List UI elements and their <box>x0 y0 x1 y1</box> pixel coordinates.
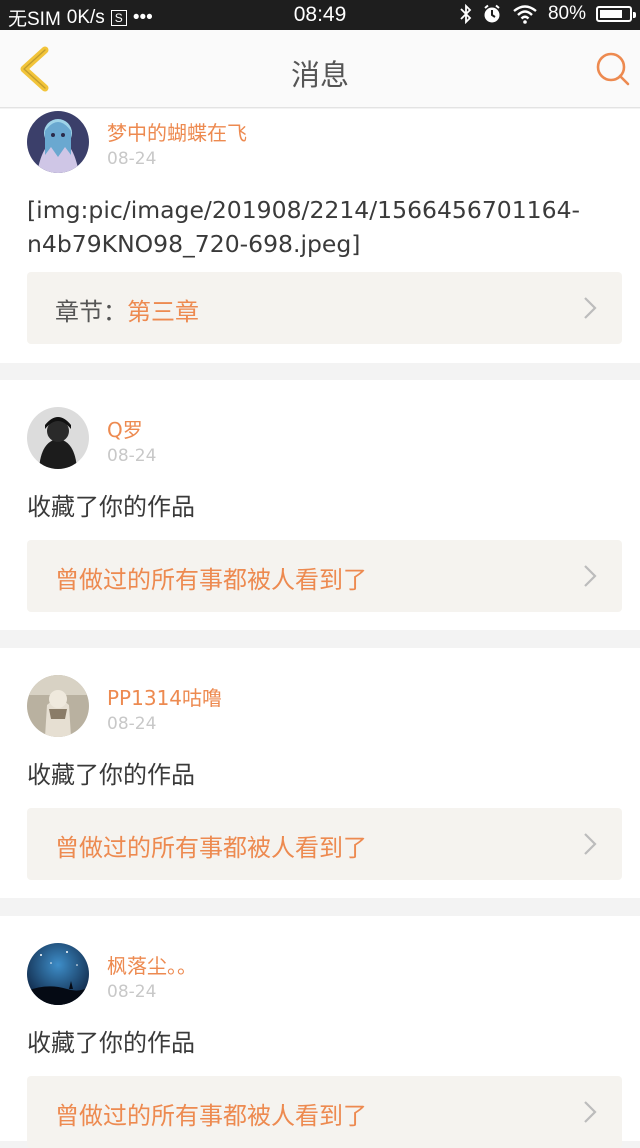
message-date: 08-24 <box>107 446 157 466</box>
message-card[interactable]: Q罗 08-24 收藏了你的作品 曾做过的所有事都被人看到了 <box>0 380 640 630</box>
chapter-text: 章节：第三章 <box>55 292 199 327</box>
work-link[interactable]: 曾做过的所有事都被人看到了 <box>27 1076 622 1148</box>
message-date: 08-24 <box>107 149 157 169</box>
message-text: 收藏了你的作品 <box>27 1029 195 1057</box>
work-link[interactable]: 曾做过的所有事都被人看到了 <box>27 540 622 612</box>
avatar[interactable] <box>27 111 89 173</box>
battery-icon <box>596 6 636 22</box>
battery-fill <box>600 10 623 18</box>
message-date: 08-24 <box>107 714 157 734</box>
chevron-right-icon <box>584 565 597 587</box>
chapter-value: 第三章 <box>127 298 199 326</box>
message-text: 收藏了你的作品 <box>27 493 195 521</box>
search-icon[interactable] <box>594 50 632 88</box>
nav-bar: 消息 <box>0 30 640 108</box>
message-card[interactable]: 枫落尘。。 08-24 收藏了你的作品 曾做过的所有事都被人看到了 <box>0 916 640 1148</box>
username[interactable]: 梦中的蝴蝶在飞 <box>107 117 247 146</box>
work-title: 曾做过的所有事都被人看到了 <box>55 834 367 862</box>
work-title: 曾做过的所有事都被人看到了 <box>55 1102 367 1130</box>
work-link[interactable]: 曾做过的所有事都被人看到了 <box>27 808 622 880</box>
username[interactable]: PP1314咕噜 <box>107 682 222 711</box>
chevron-right-icon <box>584 833 597 855</box>
avatar[interactable] <box>27 407 89 469</box>
message-card[interactable]: 梦中的蝴蝶在飞 08-24 [img:pic/image/201908/2214… <box>0 109 640 363</box>
chevron-right-icon <box>584 1101 597 1123</box>
chapter-link[interactable]: 章节：第三章 <box>27 272 622 344</box>
message-card[interactable]: PP1314咕噜 08-24 收藏了你的作品 曾做过的所有事都被人看到了 <box>0 648 640 898</box>
avatar[interactable] <box>27 943 89 1005</box>
status-bar: 无SIM 0K/s S ••• 08:49 80% <box>0 0 640 30</box>
alarm-icon <box>484 4 500 23</box>
bluetooth-icon <box>460 4 472 24</box>
avatar[interactable] <box>27 675 89 737</box>
message-date: 08-24 <box>107 982 157 1002</box>
username[interactable]: Q罗 <box>107 414 143 443</box>
chevron-right-icon <box>584 297 597 319</box>
wifi-icon <box>513 5 537 24</box>
work-title: 曾做过的所有事都被人看到了 <box>55 566 367 594</box>
battery-percent: 80% <box>547 3 586 24</box>
username[interactable]: 枫落尘。。 <box>107 950 197 979</box>
page-title: 消息 <box>290 58 349 92</box>
message-text: [img:pic/image/201908/2214/1566456701164… <box>27 196 581 258</box>
chapter-label: 章节： <box>55 298 127 326</box>
message-text: 收藏了你的作品 <box>27 761 195 789</box>
